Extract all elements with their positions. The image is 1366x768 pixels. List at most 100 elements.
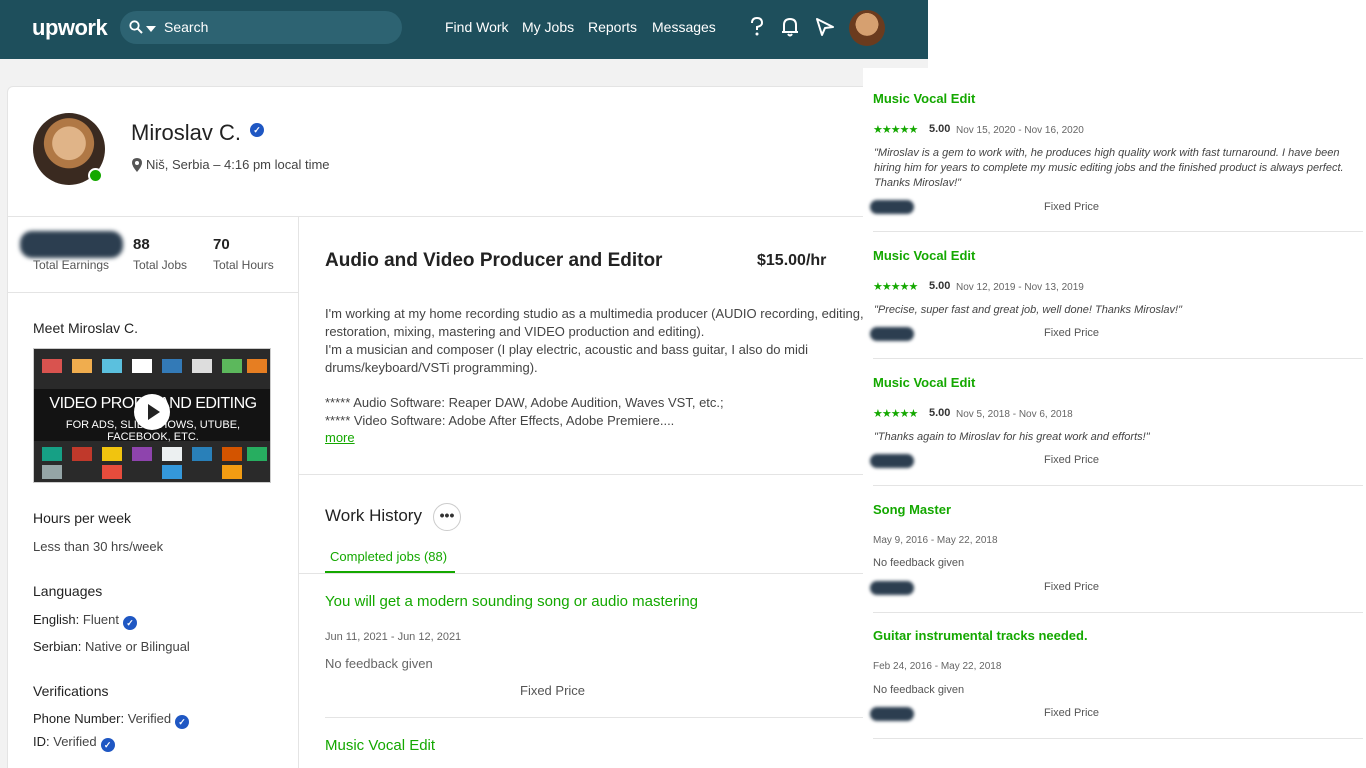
earnings-redacted: [870, 581, 914, 595]
rating-score: 5.00: [929, 123, 951, 135]
profile-name: Miroslav C.: [131, 120, 242, 145]
verification-id: ID: Verified ✓: [33, 734, 115, 752]
nav-find-work[interactable]: Find Work: [445, 19, 509, 35]
divider: [873, 485, 1363, 486]
job-type: Fixed Price: [1044, 201, 1100, 213]
earnings-redacted: [870, 200, 914, 214]
direct-contracts-icon[interactable]: [815, 17, 835, 37]
divider: [873, 738, 1363, 739]
verification-phone: Phone Number: Verified ✓: [33, 711, 190, 729]
job-title-link[interactable]: Music Vocal Edit: [325, 737, 435, 754]
play-icon[interactable]: [134, 394, 170, 430]
total-jobs-value: 88: [133, 236, 150, 253]
verified-badge-icon: ✓: [250, 123, 264, 137]
language-english: English: Fluent ✓: [33, 612, 138, 630]
divider: [299, 474, 863, 475]
verified-badge-icon: ✓: [100, 738, 115, 752]
intro-video[interactable]: VIDEO PRODU AND EDITING FOR ADS, SLIDESH…: [33, 348, 271, 483]
verifications-title: Verifications: [33, 683, 109, 699]
rating-stars-icon: ★★★★★: [873, 408, 918, 420]
divider: [873, 612, 1363, 613]
hours-value: Less than 30 hrs/week: [33, 539, 164, 554]
bell-icon[interactable]: [781, 17, 799, 37]
divider: [8, 216, 863, 217]
job-dates: Nov 5, 2018 - Nov 6, 2018: [956, 409, 1073, 420]
job-dates: May 9, 2016 - May 22, 2018: [873, 535, 998, 546]
rating-stars-icon: ★★★★★: [873, 281, 918, 293]
user-avatar[interactable]: [849, 10, 885, 46]
description-line: I'm a musician and composer (I play elec…: [325, 342, 808, 357]
job-type: Fixed Price: [520, 683, 586, 698]
top-nav-bar: upwork Search Find Work My Jobs Reports …: [0, 0, 928, 59]
chevron-down-icon[interactable]: [146, 26, 156, 32]
description-line: drums/keyboard/VSTi programming).: [325, 360, 538, 375]
earnings-redacted: [870, 707, 914, 721]
divider: [299, 573, 863, 574]
upwork-logo[interactable]: upwork: [32, 15, 108, 41]
column-divider: [298, 217, 299, 768]
total-hours-value: 70: [213, 236, 230, 253]
page: upwork Search Find Work My Jobs Reports …: [0, 0, 1366, 768]
client-feedback: "Precise, super fast and great job, well…: [874, 304, 1183, 316]
client-feedback: "Miroslav is a gem to work with, he prod…: [874, 147, 1344, 189]
profile-headline: Audio and Video Producer and Editor: [325, 250, 663, 271]
job-feedback: No feedback given: [873, 684, 965, 696]
online-status-dot: [88, 168, 103, 183]
rating-score: 5.00: [929, 407, 951, 419]
total-earnings-label: Total Earnings: [33, 258, 110, 272]
total-jobs-label: Total Jobs: [133, 258, 188, 272]
hourly-rate: $15.00/hr: [757, 252, 827, 269]
more-link[interactable]: more: [325, 430, 355, 445]
rating-score: 5.00: [929, 280, 951, 292]
language-serbian: Serbian: Native or Bilingual: [33, 639, 190, 654]
search-icon: [129, 20, 143, 34]
job-type: Fixed Price: [1044, 327, 1100, 339]
job-type: Fixed Price: [1044, 581, 1100, 593]
job-title-link[interactable]: Music Vocal Edit: [873, 91, 975, 106]
earnings-redacted: [870, 454, 914, 468]
earnings-redacted: [20, 231, 123, 258]
job-dates: Feb 24, 2016 - May 22, 2018: [873, 661, 1002, 672]
search-input[interactable]: Search: [164, 19, 208, 35]
earnings-redacted: [870, 327, 914, 341]
job-title-link[interactable]: Song Master: [873, 502, 951, 517]
job-feedback: No feedback given: [325, 656, 433, 671]
more-options-button[interactable]: •••: [433, 503, 461, 531]
help-icon[interactable]: [750, 17, 764, 37]
job-title-link[interactable]: You will get a modern sounding song or a…: [325, 593, 698, 610]
divider: [8, 292, 298, 293]
divider: [873, 231, 1363, 232]
job-dates: Jun 11, 2021 - Jun 12, 2021: [325, 631, 462, 643]
nav-my-jobs[interactable]: My Jobs: [522, 19, 574, 35]
meet-title: Meet Miroslav C.: [33, 320, 139, 336]
verified-badge-icon: ✓: [175, 715, 190, 729]
divider: [873, 358, 1363, 359]
tab-completed-jobs[interactable]: Completed jobs (88): [330, 549, 447, 564]
description-line: restoration, mixing, mastering and VIDEO…: [325, 324, 705, 339]
location-pin-icon: [132, 158, 142, 172]
verified-badge-icon: ✓: [123, 616, 138, 630]
work-history-overlay: Music Vocal Edit ★★★★★ 5.00 Nov 15, 2020…: [863, 68, 1366, 768]
nav-reports[interactable]: Reports: [588, 19, 637, 35]
job-title-link[interactable]: Music Vocal Edit: [873, 375, 975, 390]
job-title-link[interactable]: Guitar instrumental tracks needed.: [873, 628, 1088, 643]
job-type: Fixed Price: [1044, 707, 1100, 719]
client-feedback: "Thanks again to Miroslav for his great …: [874, 431, 1150, 443]
hours-title: Hours per week: [33, 510, 132, 526]
rating-stars-icon: ★★★★★: [873, 124, 918, 136]
search-box[interactable]: Search: [120, 11, 402, 44]
nav-messages[interactable]: Messages: [652, 19, 716, 35]
job-type: Fixed Price: [1044, 454, 1100, 466]
description-line: I'm working at my home recording studio …: [325, 306, 864, 321]
languages-title: Languages: [33, 583, 103, 599]
job-dates: Nov 12, 2019 - Nov 13, 2019: [956, 282, 1084, 293]
total-hours-label: Total Hours: [213, 258, 274, 272]
job-dates: Nov 15, 2020 - Nov 16, 2020: [956, 125, 1084, 136]
description-line: ***** Video Software: Adobe After Effect…: [325, 413, 675, 428]
work-history-title: Work History: [325, 506, 422, 525]
job-title-link[interactable]: Music Vocal Edit: [873, 248, 975, 263]
divider: [325, 717, 863, 718]
job-feedback: No feedback given: [873, 557, 965, 569]
description-line: ***** Audio Software: Reaper DAW, Adobe …: [325, 395, 724, 410]
location-text: Niš, Serbia – 4:16 pm local time: [146, 157, 330, 172]
